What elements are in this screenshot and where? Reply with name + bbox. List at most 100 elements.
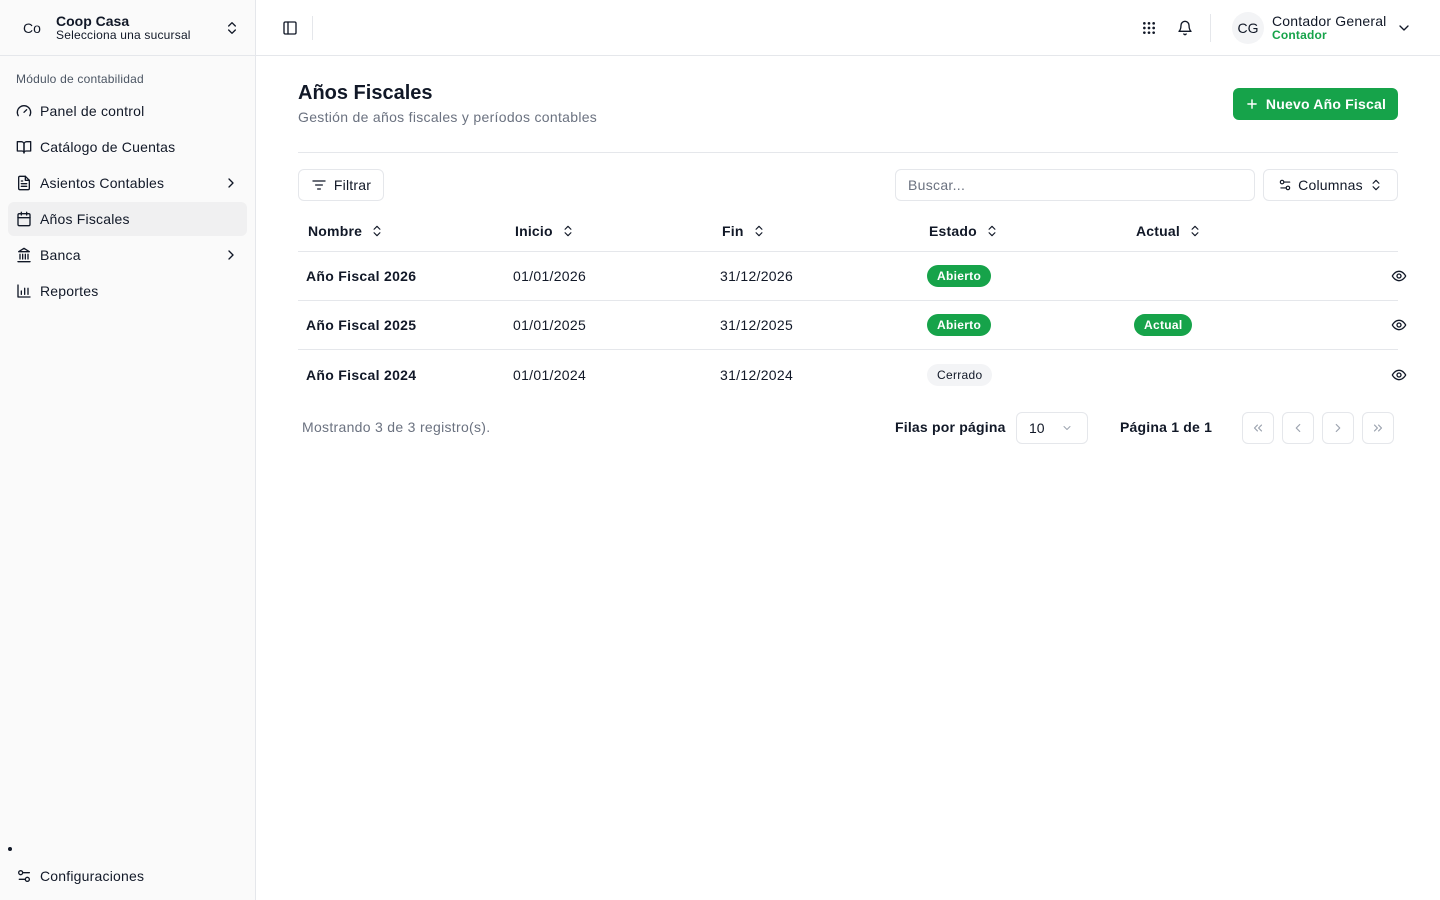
chevrons-left-icon (1253, 424, 1263, 432)
cell-estado: Cerrado (919, 363, 1126, 386)
table-row[interactable]: Año Fiscal 2024 01/01/2024 31/12/2024 Ce… (298, 350, 1407, 399)
table-header-row: Nombre Inicio Fin Estado Actual (298, 210, 1398, 252)
column-header-label: Inicio (515, 222, 553, 239)
filter-button[interactable]: Filtrar (298, 169, 384, 201)
first-page-button[interactable] (1242, 412, 1274, 444)
cell-inicio: 01/01/2024 (513, 366, 587, 383)
cell-nombre: Año Fiscal 2025 (306, 317, 417, 333)
table-row[interactable]: Año Fiscal 2025 01/01/2025 31/12/2025 Ab… (298, 301, 1407, 350)
view-button[interactable] (1391, 367, 1407, 383)
calendar-icon (17, 211, 31, 227)
sidebar: Co Coop Casa Selecciona una sucursal Mód… (0, 0, 256, 900)
sidebar-item-panel-de-control[interactable]: Panel de control (8, 94, 247, 128)
org-name: Coop Casa (56, 12, 130, 29)
org-text: Coop Casa Selecciona una sucursal (56, 13, 224, 43)
cell-estado: Abierto (919, 265, 1126, 287)
last-page-button[interactable] (1362, 412, 1394, 444)
chevron-right-icon (228, 178, 234, 188)
sidebar-toggle-button[interactable] (280, 18, 300, 38)
chevrons-up-down-icon (228, 21, 236, 34)
user-name: Contador General (1272, 13, 1387, 30)
status-badge: Abierto (927, 265, 992, 287)
rows-per-page-value: 10 (1029, 420, 1045, 436)
fiscal-years-table: Nombre Inicio Fin Estado Actual Año Fisc… (298, 210, 1407, 399)
sidebar-item-label: Años Fiscales (40, 211, 130, 227)
sort-icon (988, 225, 996, 236)
chevrons-up-down-icon (1372, 179, 1380, 191)
settings-sliders-icon (17, 870, 30, 882)
page-title: Años Fiscales (298, 82, 433, 104)
header-divider (298, 152, 1398, 153)
chevrons-right-icon (1373, 424, 1383, 432)
column-header-actual[interactable]: Actual (1126, 223, 1333, 239)
org-subtitle: Selecciona una sucursal (56, 27, 191, 42)
cell-inicio: 01/01/2026 (513, 268, 587, 284)
new-fiscal-year-label: Nuevo Año Fiscal (1265, 96, 1387, 112)
sidebar-item-reportes[interactable]: Reportes (8, 274, 247, 308)
apps-button[interactable] (1139, 18, 1159, 38)
bell-icon (1178, 20, 1192, 36)
column-header-nombre[interactable]: Nombre (298, 223, 505, 239)
column-header-label: Actual (1136, 222, 1180, 239)
cell-actions (1333, 317, 1407, 333)
next-page-button[interactable] (1322, 412, 1354, 444)
panel-left-icon (283, 21, 297, 35)
sidebar-dot (8, 847, 12, 851)
chevron-right-icon (228, 250, 234, 260)
sidebar-item-label: Asientos Contables (40, 175, 165, 191)
sidebar-item-label: Reportes (40, 283, 99, 299)
cell-actual: Actual (1126, 314, 1333, 336)
view-button[interactable] (1391, 317, 1407, 333)
cell-estado: Abierto (919, 314, 1126, 336)
table-row[interactable]: Año Fiscal 2026 01/01/2026 31/12/2026 Ab… (298, 252, 1407, 301)
org-avatar: Co (23, 19, 41, 36)
columns-button[interactable]: Columnas (1263, 169, 1398, 201)
status-badge: Cerrado (927, 363, 993, 386)
filter-label: Filtrar (333, 177, 372, 193)
gauge-icon (16, 105, 32, 117)
sidebar-item-label: Banca (40, 247, 81, 263)
cell-nombre: Año Fiscal 2024 (306, 366, 417, 383)
column-header-estado[interactable]: Estado (919, 223, 1126, 239)
user-role: Contador (1272, 28, 1327, 43)
cell-fin: 31/12/2025 (720, 317, 794, 333)
new-fiscal-year-button[interactable]: Nuevo Año Fiscal (1233, 88, 1398, 120)
chevron-right-icon (1335, 423, 1341, 433)
sort-icon (373, 225, 381, 236)
sidebar-item-anos-fiscales[interactable]: Años Fiscales (8, 202, 247, 236)
sidebar-item-configuraciones[interactable]: Configuraciones (8, 859, 247, 893)
file-text-icon (18, 175, 30, 191)
search-input[interactable] (895, 169, 1255, 201)
top-bar: CG Contador General Contador (256, 0, 1440, 56)
column-header-actions[interactable] (1333, 223, 1398, 239)
bar-chart-icon (17, 284, 31, 298)
cell-fin: 31/12/2026 (720, 268, 794, 284)
org-switcher[interactable]: Co Coop Casa Selecciona una sucursal (0, 0, 256, 56)
page-info: Página 1 de 1 (1120, 419, 1213, 435)
page-subtitle: Gestión de años fiscales y períodos cont… (298, 109, 598, 125)
sidebar-item-banca[interactable]: Banca (8, 238, 247, 272)
book-open-icon (16, 141, 32, 154)
top-bar-separator (1210, 14, 1211, 42)
previous-page-button[interactable] (1282, 412, 1314, 444)
notifications-button[interactable] (1175, 18, 1195, 38)
column-header-fin[interactable]: Fin (712, 223, 919, 239)
chevron-down-icon (1063, 426, 1071, 430)
column-header-inicio[interactable]: Inicio (505, 223, 712, 239)
user-avatar: CG (1232, 12, 1264, 44)
sidebar-item-label: Catálogo de Cuentas (40, 139, 176, 155)
sidebar-nav: Panel de control Catálogo de Cuentas Asi… (8, 94, 247, 310)
grid-dots-icon (1143, 22, 1155, 34)
eye-icon (1391, 270, 1407, 282)
chevron-left-icon (1295, 423, 1301, 433)
top-bar-separator (312, 16, 313, 40)
user-menu[interactable]: CG Contador General Contador (1232, 10, 1428, 46)
rows-per-page-select[interactable]: 10 (1016, 412, 1088, 444)
eye-icon (1391, 319, 1407, 331)
sort-icon (1191, 225, 1199, 236)
view-button[interactable] (1391, 268, 1407, 284)
sidebar-item-catalogo-de-cuentas[interactable]: Catálogo de Cuentas (8, 130, 247, 164)
sidebar-item-asientos-contables[interactable]: Asientos Contables (8, 166, 247, 200)
cell-actions (1333, 268, 1407, 284)
column-header-label: Estado (929, 222, 977, 239)
